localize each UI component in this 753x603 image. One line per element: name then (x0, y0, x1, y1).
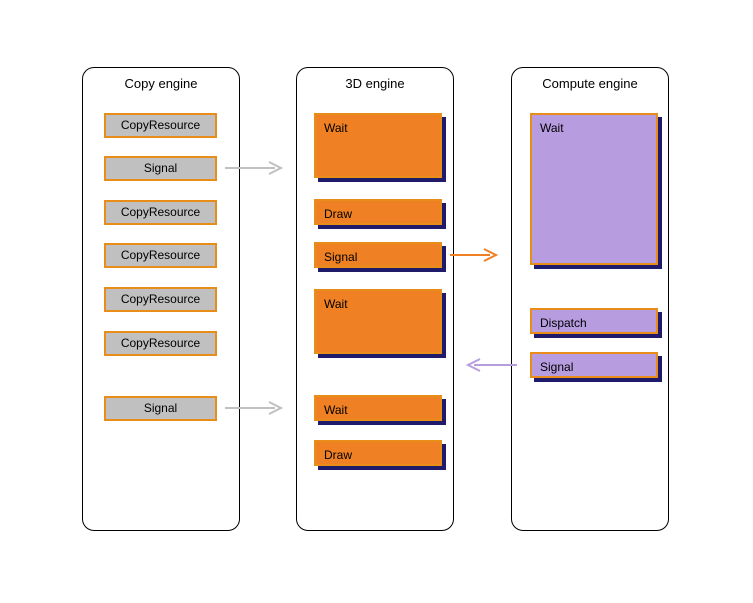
arrow-copy-signal2-to-3d (225, 400, 295, 420)
compute-block-signal: Signal (530, 352, 658, 378)
compute-block-wait: Wait (530, 113, 658, 265)
engine-copy-title: Copy engine (83, 68, 239, 105)
arrow-copy-signal1-to-3d (225, 160, 295, 180)
engine-3d-title: 3D engine (297, 68, 453, 105)
d3-block-signal-label: Signal (314, 242, 442, 268)
d3-block-wait-2-label: Wait (314, 289, 442, 354)
copy-block-2: CopyResource (104, 200, 217, 225)
compute-block-wait-label: Wait (530, 113, 658, 265)
d3-block-draw-1: Draw (314, 199, 442, 225)
d3-block-draw-2: Draw (314, 440, 442, 466)
d3-block-wait-3-label: Wait (314, 395, 442, 421)
arrow-3d-signal-to-compute (450, 247, 505, 267)
compute-block-dispatch-label: Dispatch (530, 308, 658, 334)
copy-block-0: CopyResource (104, 113, 217, 138)
d3-block-wait-1-label: Wait (314, 113, 442, 178)
d3-block-wait-1: Wait (314, 113, 442, 178)
d3-block-signal: Signal (314, 242, 442, 268)
arrow-compute-signal-to-3d (462, 357, 522, 377)
copy-block-4: CopyResource (104, 287, 217, 312)
d3-block-wait-2: Wait (314, 289, 442, 354)
copy-block-1: Signal (104, 156, 217, 181)
engine-compute-title: Compute engine (512, 68, 668, 105)
compute-block-dispatch: Dispatch (530, 308, 658, 334)
d3-block-draw-2-label: Draw (314, 440, 442, 466)
copy-block-5: CopyResource (104, 331, 217, 356)
d3-block-draw-1-label: Draw (314, 199, 442, 225)
copy-block-3: CopyResource (104, 243, 217, 268)
compute-block-signal-label: Signal (530, 352, 658, 378)
copy-block-6: Signal (104, 396, 217, 421)
d3-block-wait-3: Wait (314, 395, 442, 421)
